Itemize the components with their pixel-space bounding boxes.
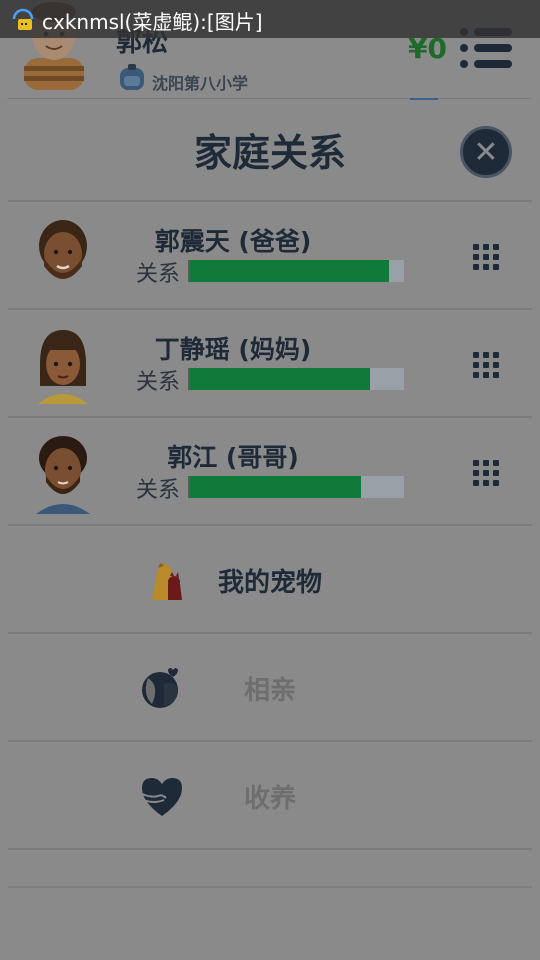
member-name: 郭江 (哥哥)	[167, 443, 299, 472]
grip-dot	[493, 372, 499, 378]
relation-bar-fill	[190, 476, 362, 498]
relation-bar	[188, 476, 404, 498]
grip-dot	[493, 254, 499, 260]
close-button[interactable]: ✕	[460, 126, 512, 178]
my-pets-label: 我的宠物	[217, 568, 322, 598]
grip-dot	[493, 362, 499, 368]
family-member-row[interactable]: 郭震天 (爸爸) 关系	[8, 202, 532, 308]
matchmaking-button[interactable]: 相亲	[8, 634, 532, 740]
adopt-label: 收养	[243, 784, 296, 814]
relation-label: 关系	[136, 478, 181, 503]
grip-dot	[483, 352, 489, 358]
grip-dot	[473, 460, 479, 466]
relation-bar	[188, 368, 404, 390]
grip-dot	[493, 470, 499, 476]
divider	[8, 848, 532, 850]
grip-dot	[483, 470, 489, 476]
grip-dot	[493, 264, 499, 270]
chat-notification-icon	[12, 8, 34, 30]
grid-menu-icon[interactable]	[473, 352, 499, 378]
grip-dot	[483, 372, 489, 378]
close-icon: ✕	[473, 135, 499, 170]
divider	[8, 886, 532, 888]
grip-dot	[483, 254, 489, 260]
family-member-row[interactable]: 郭江 (哥哥) 关系	[8, 418, 532, 524]
grip-dot	[473, 480, 479, 486]
grip-dot	[473, 264, 479, 270]
school-bag-icon	[120, 64, 144, 90]
grid-menu-icon[interactable]	[473, 460, 499, 486]
relation-label: 关系	[136, 370, 181, 395]
notification-text: cxknmsl(菜虚鲲):[图片]	[42, 10, 263, 34]
member-name: 郭震天 (爸爸)	[154, 227, 312, 256]
relation-bar-fill	[190, 260, 390, 282]
grip-dot	[473, 470, 479, 476]
grip-dot	[493, 352, 499, 358]
dialog-title: 家庭关系	[193, 131, 346, 175]
matchmaking-label: 相亲	[243, 676, 296, 706]
grip-dot	[473, 372, 479, 378]
grip-dot	[473, 362, 479, 368]
grip-dot	[493, 244, 499, 250]
grip-dot	[483, 480, 489, 486]
member-name: 丁静瑶 (妈妈)	[154, 335, 312, 364]
family-member-row[interactable]: 丁静瑶 (妈妈) 关系	[8, 310, 532, 416]
relation-bar	[188, 260, 404, 282]
grip-dot	[493, 460, 499, 466]
school-name: 沈阳第八小学	[152, 74, 249, 93]
grid-menu-icon[interactable]	[473, 244, 499, 270]
header-divider	[8, 98, 532, 99]
adopt-button[interactable]: 收养	[8, 742, 532, 848]
grip-dot	[473, 352, 479, 358]
grip-dot	[483, 244, 489, 250]
relation-label: 关系	[136, 262, 181, 287]
notification-banner[interactable]: cxknmsl(菜虚鲲):[图片]	[0, 0, 540, 38]
grip-dot	[473, 244, 479, 250]
grip-dot	[483, 460, 489, 466]
grip-dot	[483, 362, 489, 368]
family-relations-dialog: 家庭关系 ✕ 郭震天 (爸爸) 关系 丁静瑶 (妈妈) 关系 郭江 (哥哥) 关…	[0, 100, 540, 960]
grip-dot	[483, 264, 489, 270]
my-pets-button[interactable]: 我的宠物	[8, 526, 532, 632]
relation-bar-fill	[190, 368, 370, 390]
grip-dot	[493, 480, 499, 486]
grip-dot	[473, 254, 479, 260]
